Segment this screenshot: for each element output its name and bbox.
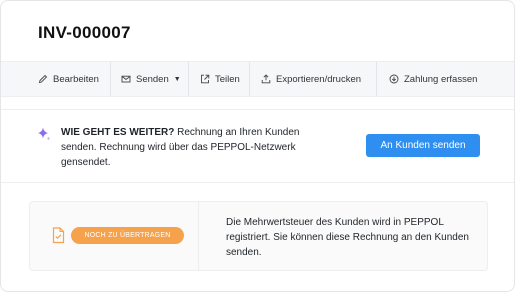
share-label: Teilen — [215, 73, 240, 85]
status-message: Die Mehrwertsteuer des Kunden wird in PE… — [226, 217, 469, 258]
sparkle-icon — [36, 126, 52, 142]
mail-icon — [121, 74, 131, 84]
payment-icon — [389, 74, 399, 84]
status-badge: NOCH ZU ÜBERTRAGEN — [71, 227, 184, 244]
next-step-banner: WIE GEHT ES WEITER? Rechnung an Ihren Ku… — [1, 109, 514, 183]
edit-button[interactable]: Bearbeiten — [1, 62, 111, 96]
invoice-card: INV-000007 Bearbeiten Senden ▼ Teilen Ex… — [0, 0, 515, 292]
next-step-text: WIE GEHT ES WEITER? Rechnung an Ihren Ku… — [61, 125, 331, 170]
next-step-heading: WIE GEHT ES WEITER? — [61, 127, 175, 138]
send-to-customer-button[interactable]: An Kunden senden — [366, 134, 480, 157]
export-print-button[interactable]: Exportieren/drucken — [250, 62, 377, 96]
export-print-label: Exportieren/drucken — [276, 73, 362, 85]
export-icon — [261, 74, 271, 84]
edit-label: Bearbeiten — [53, 73, 99, 85]
record-payment-button[interactable]: Zahlung erfassen — [377, 62, 514, 96]
document-check-icon — [52, 227, 66, 244]
status-indicator: NOCH ZU ÜBERTRAGEN — [30, 202, 199, 270]
share-button[interactable]: Teilen — [189, 62, 250, 96]
send-dropdown-button[interactable]: Senden ▼ — [111, 62, 189, 96]
action-toolbar: Bearbeiten Senden ▼ Teilen Exportieren/d… — [1, 61, 514, 97]
pencil-icon — [38, 74, 48, 84]
record-payment-label: Zahlung erfassen — [404, 73, 478, 85]
invoice-title: INV-000007 — [38, 23, 131, 42]
caret-down-icon: ▼ — [173, 75, 181, 83]
transmission-status-panel: NOCH ZU ÜBERTRAGEN Die Mehrwertsteuer de… — [29, 201, 488, 271]
send-label: Senden — [136, 73, 169, 85]
share-icon — [200, 74, 210, 84]
